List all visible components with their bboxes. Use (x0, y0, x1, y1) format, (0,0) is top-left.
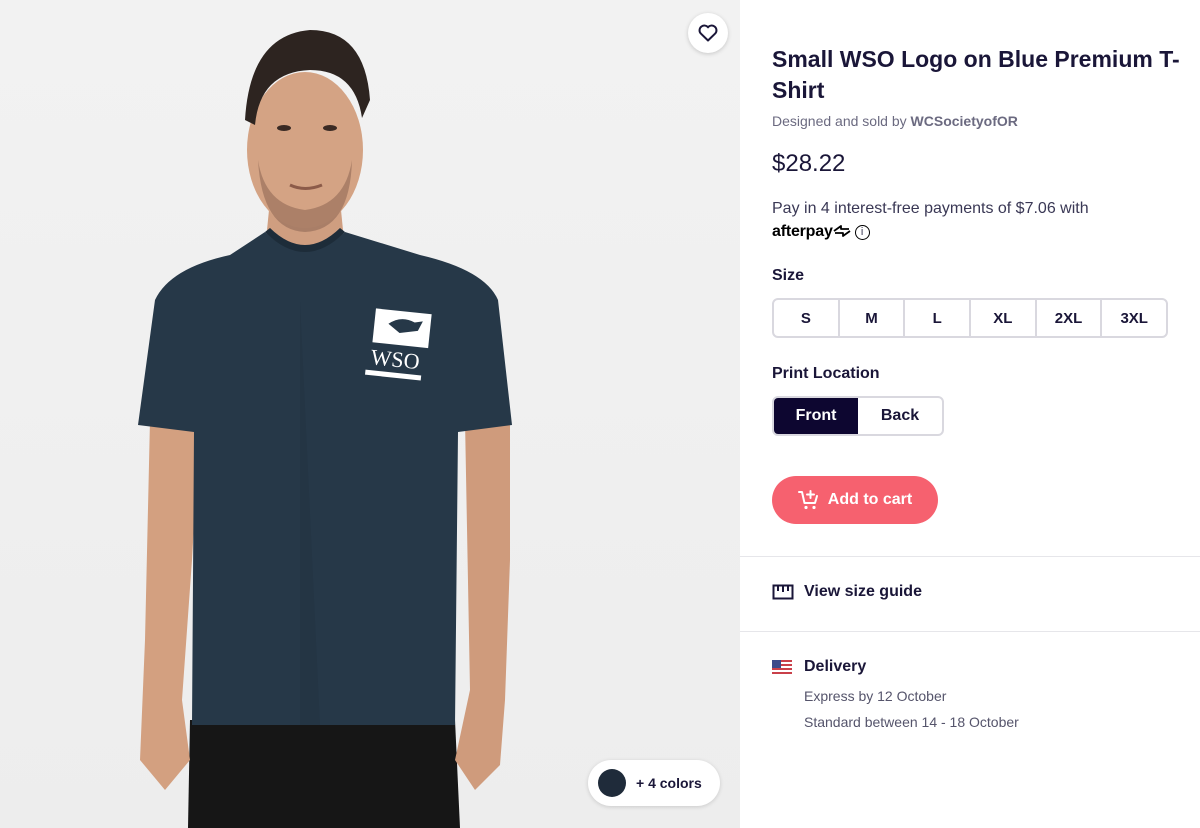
product-photo[interactable]: WSO (0, 0, 740, 828)
afterpay-info-icon[interactable]: i (854, 225, 870, 240)
print-location-label: Print Location (772, 365, 880, 382)
size-option-xl[interactable]: XL (969, 300, 1035, 336)
more-colors-label: + 4 colors (636, 775, 702, 791)
product-title: Small WSO Logo on Blue Premium T-Shirt (772, 46, 1180, 103)
add-to-cart-button[interactable]: Add to cart (772, 476, 938, 524)
color-swatch (598, 769, 626, 797)
heart-icon (698, 24, 718, 42)
size-guide-label: View size guide (804, 583, 922, 600)
delivery-header: Delivery (772, 658, 866, 676)
size-guide-link[interactable]: View size guide (772, 583, 922, 601)
us-flag-icon (772, 660, 792, 674)
print-location-selector: Front Back (772, 396, 944, 436)
delivery-title: Delivery (804, 658, 867, 675)
afterpay-text: Pay in 4 interest-free payments of $7.06… (772, 200, 1089, 217)
cart-add-icon (797, 490, 818, 510)
delivery-standard: Standard between 14 - 18 October (804, 714, 1019, 730)
logo-text: WSO (370, 344, 421, 374)
seller-prefix: Designed and sold by (772, 113, 911, 129)
size-option-l[interactable]: L (903, 300, 969, 336)
ruler-icon (772, 584, 794, 600)
add-to-cart-label: Add to cart (827, 491, 913, 508)
product-info-panel: Small WSO Logo on Blue Premium T-Shirt D… (740, 0, 1200, 828)
favorite-button[interactable] (688, 13, 728, 53)
product-image-pane: WSO + 4 colors (0, 0, 740, 828)
seller-link[interactable]: WCSocietyofOR (911, 113, 1018, 129)
size-label: Size (772, 267, 805, 284)
size-selector: S M L XL 2XL 3XL (772, 298, 1168, 338)
afterpay-arrows-icon (833, 225, 851, 237)
print-location-front[interactable]: Front (774, 398, 858, 434)
size-option-s[interactable]: S (774, 300, 838, 336)
size-option-2xl[interactable]: 2XL (1034, 300, 1101, 336)
section-divider (740, 556, 1200, 557)
afterpay-logo: afterpay (772, 223, 851, 240)
section-divider (740, 631, 1200, 632)
size-option-m[interactable]: M (837, 300, 904, 336)
more-colors-button[interactable]: + 4 colors (588, 760, 720, 806)
delivery-express: Express by 12 October (804, 688, 947, 704)
print-location-back[interactable]: Back (858, 398, 942, 434)
afterpay-info: Pay in 4 interest-free payments of $7.06… (772, 197, 1172, 243)
product-price: $28.22 (772, 150, 846, 177)
size-option-3xl[interactable]: 3XL (1100, 300, 1166, 336)
seller-line: Designed and sold by WCSocietyofOR (772, 113, 1018, 129)
afterpay-brand-text: afterpay (772, 223, 833, 240)
